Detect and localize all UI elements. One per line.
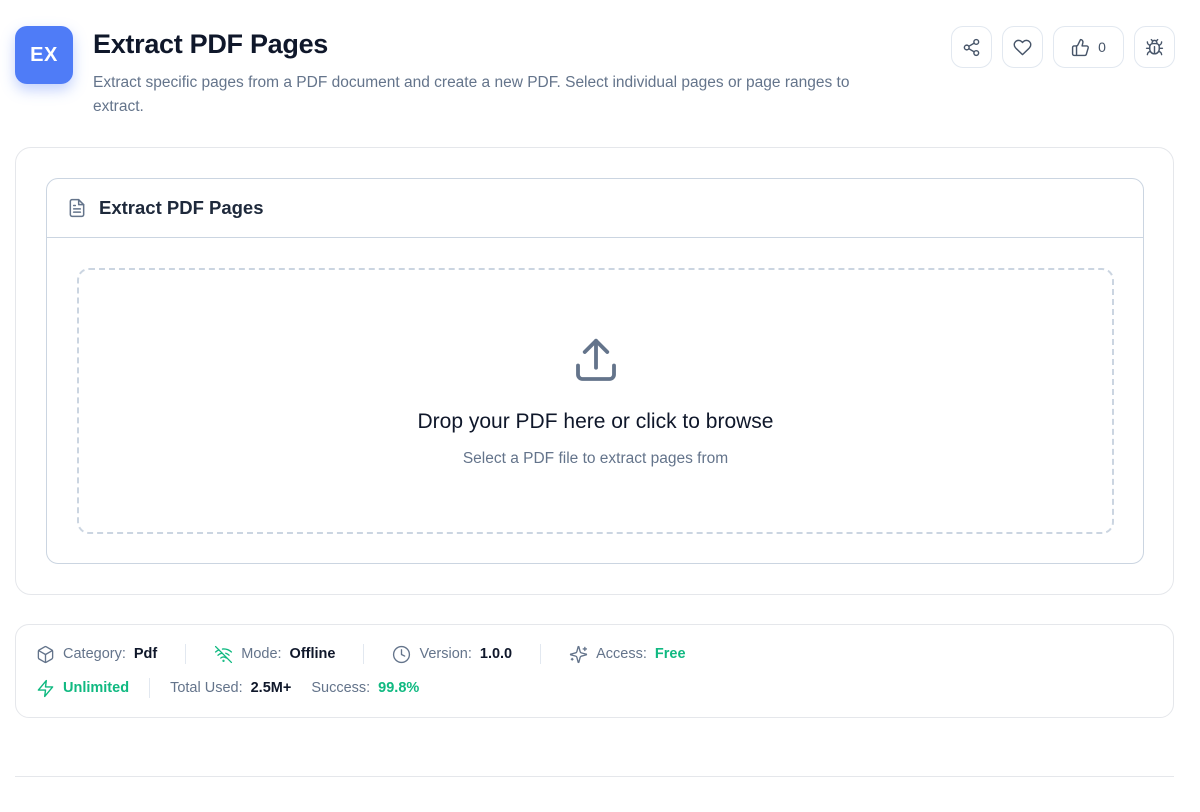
share-button[interactable] bbox=[951, 26, 992, 68]
mode-label: Mode: bbox=[241, 646, 282, 662]
tool-container: Extract PDF Pages Drop your PDF here or … bbox=[15, 147, 1174, 595]
pdf-dropzone[interactable]: Drop your PDF here or click to browse Se… bbox=[77, 268, 1114, 534]
app-badge: EX bbox=[15, 26, 73, 84]
page-description: Extract specific pages from a PDF docume… bbox=[93, 74, 850, 115]
meta-success: Success: 99.8% bbox=[311, 680, 419, 696]
success-value: 99.8% bbox=[378, 680, 420, 696]
card-title: Extract PDF Pages bbox=[99, 197, 264, 218]
file-text-icon bbox=[69, 198, 85, 218]
clock-icon bbox=[393, 645, 411, 663]
share-icon bbox=[963, 38, 980, 56]
upload-icon bbox=[575, 338, 616, 381]
report-bug-button[interactable] bbox=[1134, 26, 1175, 68]
dropzone-subtitle: Select a PDF file to extract pages from bbox=[462, 450, 729, 467]
dropzone-title: Drop your PDF here or click to browse bbox=[417, 410, 774, 433]
mode-value: Offline bbox=[289, 646, 336, 662]
tool-meta: Category: Pdf Mode: Offline Version: 1.0… bbox=[15, 624, 1174, 718]
category-value: Pdf bbox=[133, 646, 158, 662]
meta-row-1: Category: Pdf Mode: Offline Version: 1.0… bbox=[36, 641, 1153, 667]
page: EX Extract PDF Pages Extract specific pa… bbox=[0, 0, 1200, 812]
divider bbox=[185, 644, 187, 664]
page-title: Extract PDF Pages bbox=[93, 29, 328, 59]
extract-card: Extract PDF Pages Drop your PDF here or … bbox=[46, 178, 1144, 564]
wifi-off-icon bbox=[215, 645, 233, 663]
sparkles-icon bbox=[569, 645, 588, 663]
success-label: Success: bbox=[311, 680, 371, 696]
access-label: Access: bbox=[596, 646, 647, 662]
page-header: EX Extract PDF Pages Extract specific pa… bbox=[15, 26, 1175, 126]
box-icon bbox=[37, 645, 54, 663]
category-label: Category: bbox=[63, 646, 126, 662]
footer-divider bbox=[15, 776, 1174, 777]
unlimited-badge: Unlimited bbox=[63, 680, 130, 696]
meta-access: Access: Free bbox=[569, 645, 686, 664]
total-used-value: 2.5M+ bbox=[250, 680, 292, 696]
total-used-label: Total Used: bbox=[170, 680, 243, 696]
meta-unlimited: Unlimited bbox=[36, 679, 129, 698]
bug-icon bbox=[1145, 38, 1164, 55]
header-actions: 0 bbox=[951, 26, 1175, 68]
meta-mode: Mode: Offline bbox=[214, 645, 335, 664]
divider bbox=[363, 644, 365, 664]
divider bbox=[149, 678, 151, 698]
meta-total-used: Total Used: 2.5M+ bbox=[170, 680, 291, 696]
zap-icon bbox=[37, 679, 54, 697]
like-count: 0 bbox=[1098, 39, 1106, 55]
meta-version: Version: 1.0.0 bbox=[392, 645, 512, 664]
like-button[interactable]: 0 bbox=[1053, 26, 1124, 68]
meta-category: Category: Pdf bbox=[36, 645, 157, 664]
heart-icon bbox=[1013, 39, 1032, 55]
meta-row-2: Unlimited Total Used: 2.5M+ Success: 99.… bbox=[36, 675, 1153, 701]
access-value: Free bbox=[654, 646, 686, 662]
version-value: 1.0.0 bbox=[479, 646, 513, 662]
version-label: Version: bbox=[419, 646, 472, 662]
favorite-button[interactable] bbox=[1002, 26, 1043, 68]
divider bbox=[540, 644, 542, 664]
thumbs-up-icon bbox=[1071, 38, 1090, 56]
card-header: Extract PDF Pages bbox=[47, 179, 1143, 238]
